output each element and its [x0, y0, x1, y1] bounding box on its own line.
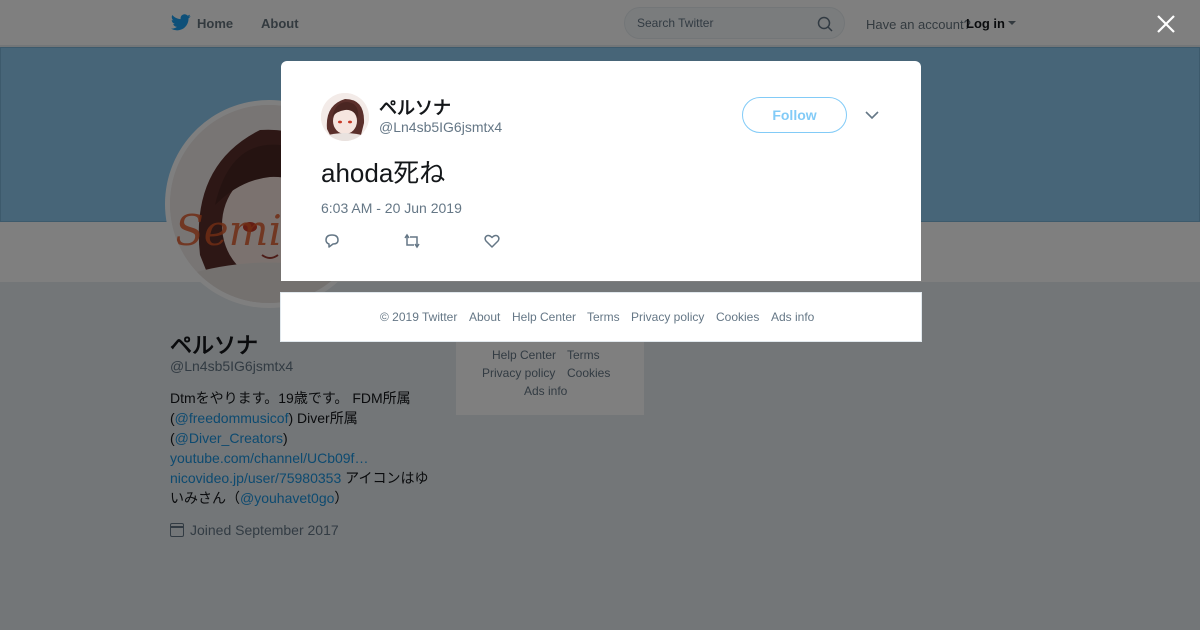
follow-button[interactable]: Follow	[742, 97, 847, 133]
footer-privacy-link[interactable]: Privacy policy	[631, 310, 704, 324]
close-icon[interactable]	[1156, 14, 1176, 34]
footer-copyright: © 2019 Twitter	[380, 310, 458, 324]
modal-footer: © 2019 Twitter About Help Center Terms P…	[280, 292, 922, 342]
tweet-timestamp[interactable]: 6:03 AM - 20 Jun 2019	[321, 200, 462, 216]
chevron-down-icon[interactable]	[865, 110, 879, 120]
footer-help-link[interactable]: Help Center	[512, 310, 576, 324]
tweet-author-name[interactable]: ペルソナ	[379, 94, 451, 120]
tweet-author-handle[interactable]: @Ln4sb5IG6jsmtx4	[379, 119, 502, 135]
tweet-text: ahoda死ね	[321, 158, 446, 188]
reply-icon[interactable]	[323, 232, 341, 250]
tweet-modal: ペルソナ @Ln4sb5IG6jsmtx4 Follow ahoda死ね 6:0…	[281, 61, 921, 281]
like-icon[interactable]	[483, 232, 501, 250]
footer-ads-link[interactable]: Ads info	[771, 310, 814, 324]
footer-terms-link[interactable]: Terms	[587, 310, 620, 324]
tweet-avatar-illustration	[321, 93, 369, 141]
tweet-avatar[interactable]	[321, 93, 369, 141]
footer-cookies-link[interactable]: Cookies	[716, 310, 759, 324]
retweet-icon[interactable]	[403, 232, 421, 250]
footer-about-link[interactable]: About	[469, 310, 500, 324]
